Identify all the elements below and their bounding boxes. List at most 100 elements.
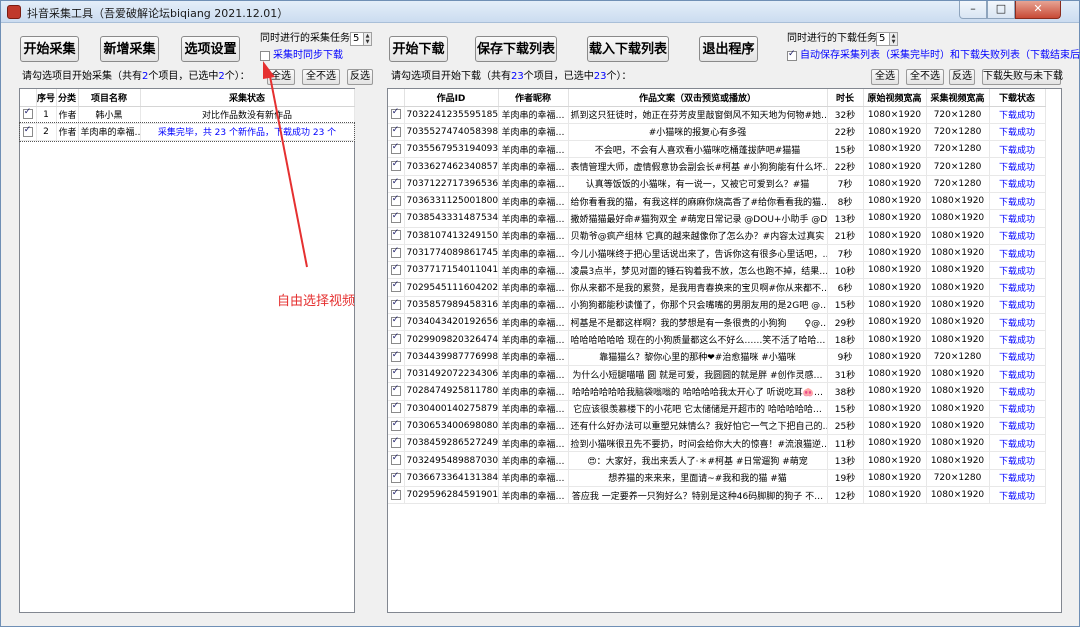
collect-list[interactable]: 序号 分类 项目名称 采集状态 1作者韩小黑对比作品数没有新作品2作者羊肉串的幸… (19, 88, 355, 613)
table-row[interactable]: 7037717154011041038羊肉串的幸福…凌晨3点半，梦见对面的锤石钩… (388, 261, 1046, 280)
cell-original-size: 1080×1920 (863, 278, 927, 297)
row-checkbox[interactable] (22, 107, 33, 120)
row-checkbox[interactable] (390, 384, 401, 397)
row-checkbox[interactable] (390, 246, 401, 258)
table-row[interactable]: 7028474925811780871羊肉串的幸福…哈哈哈哈哈哈我脑袋嗡嗡的 哈… (388, 382, 1046, 401)
cell-author: 羊肉串的幸福… (498, 330, 569, 349)
row-checkbox[interactable] (390, 298, 401, 310)
collect-deselect-all-button[interactable]: 全不选 (302, 69, 340, 85)
table-row[interactable]: 7032495489887030565羊肉串的幸福…😍：大家好，我出来丢人了·＊… (388, 451, 1046, 470)
table-row[interactable]: 2作者羊肉串的幸福…采集完毕，共 23 个新作品，下载成功 23 个 (19, 122, 355, 142)
col-header[interactable]: 序号 (36, 89, 57, 107)
row-checkbox[interactable] (390, 315, 401, 327)
table-row[interactable]: 7030400140275879199羊肉串的幸福…它应该很羡慕楼下的小花吧 它… (388, 400, 1046, 418)
cell-duration: 12秒 (827, 486, 864, 505)
collect-select-all-button[interactable]: 全选 (267, 69, 295, 85)
table-row[interactable]: 7037122717396536590羊肉串的幸福…认真等饭饭的小猫咪，有一说一… (388, 175, 1046, 193)
table-row[interactable]: 7035567953194093855羊肉串的幸福…不会吧，不会有人喜欢看小猫咪… (388, 140, 1046, 159)
sync-download-checkbox[interactable] (260, 51, 270, 61)
cell-original-size: 1080×1920 (863, 157, 927, 176)
row-checkbox[interactable] (390, 211, 401, 224)
cell-caption: 抓到这只狂徒时，她正在芬芳皮里敲窗倒风不知天地为何物#她… (568, 106, 828, 124)
cell-collected-size: 1080×1920 (926, 261, 990, 280)
add-collect-button[interactable]: 新增采集 (100, 36, 159, 62)
table-row[interactable]: 7038543331487534350羊肉串的幸福…撒娇猫猫最好命#猫狗双全 #… (388, 209, 1046, 228)
table-row[interactable]: 7031492072234306853羊肉串的幸福…为什么小短腿喵喵 圆 就是可… (388, 365, 1046, 384)
row-checkbox[interactable] (390, 125, 401, 137)
table-row[interactable]: 7034043420192656677羊肉串的幸福…柯基是不是都这样啊？我的梦想… (388, 313, 1046, 332)
load-download-list-button[interactable]: 载入下载列表 (587, 36, 669, 62)
row-checkbox[interactable] (390, 177, 401, 189)
row-checkbox[interactable] (390, 228, 401, 241)
row-checkbox[interactable] (390, 107, 401, 120)
col-header[interactable]: 作者昵称 (498, 89, 569, 107)
table-row[interactable]: 7029545111604202783羊肉串的幸福…你从来都不是我的累赘，是我用… (388, 278, 1046, 297)
row-checkbox[interactable] (390, 401, 401, 414)
row-checkbox-cell (388, 278, 405, 297)
col-header[interactable]: 作品文案（双击预览或播放） (568, 89, 828, 107)
cell-download-status: 下载成功 (989, 348, 1046, 366)
table-row[interactable]: 7031774089861745951羊肉串的幸福…今儿小猫咪终于把心里话说出来… (388, 244, 1046, 263)
collect-invert-button[interactable]: 反选 (347, 69, 373, 85)
options-button[interactable]: 选项设置 (181, 36, 240, 62)
row-checkbox[interactable] (390, 194, 401, 206)
cell-duration: 38秒 (827, 382, 864, 401)
row-checkbox[interactable] (390, 332, 401, 345)
minimize-button[interactable]: – (959, 1, 987, 19)
autosave-checkbox[interactable] (787, 49, 797, 61)
table-row[interactable]: 7030653400698080519羊肉串的幸福…还有什么好办法可以重塑兄妹情… (388, 417, 1046, 436)
row-checkbox[interactable] (390, 159, 401, 172)
row-checkbox[interactable] (390, 471, 401, 483)
table-row[interactable]: 7029596284591901959羊肉串的幸福…答应我 一定要养一只狗好么？… (388, 486, 1046, 505)
download-failed-unfinished-button[interactable]: 下载失败与未下载 (982, 69, 1063, 85)
col-header[interactable]: 采集状态 (140, 89, 355, 107)
table-row[interactable]: 7032241235595185422羊肉串的幸福…抓到这只狂徒时，她正在芬芳皮… (388, 106, 1046, 124)
col-header[interactable]: 时长 (827, 89, 864, 107)
col-header[interactable]: 项目名称 (78, 89, 141, 107)
table-row[interactable]: 7033627462340857101羊肉串的幸福…表情管理大师，虚情假意协会副… (388, 157, 1046, 176)
download-invert-button[interactable]: 反选 (949, 69, 975, 85)
row-checkbox[interactable] (390, 419, 401, 431)
collect-table: 序号 分类 项目名称 采集状态 1作者韩小黑对比作品数没有新作品2作者羊肉串的幸… (19, 89, 355, 142)
maximize-button[interactable]: □ (987, 1, 1015, 19)
col-header[interactable]: 分类 (56, 89, 79, 107)
row-checkbox[interactable] (390, 367, 401, 379)
cell-collected-size: 1080×1920 (926, 313, 990, 332)
row-checkbox[interactable] (390, 280, 401, 293)
table-row[interactable]: 7029909820326474084羊肉串的幸福…哈哈哈哈哈哈 现在的小狗质量… (388, 330, 1046, 349)
download-info: 请勾选项目开始下载（共有23个项目，已选中23个）： (391, 71, 632, 82)
row-checkbox[interactable] (22, 125, 33, 137)
start-collect-button[interactable]: 开始采集 (20, 36, 79, 62)
cell-work-id: 7032241235595185422 (404, 106, 499, 124)
col-header[interactable]: 作品ID (404, 89, 499, 107)
table-row[interactable]: 7035857989458316581羊肉串的幸福…小狗狗都能秒读懂了，你那个只… (388, 296, 1046, 315)
download-select-all-button[interactable]: 全选 (871, 69, 899, 85)
concurrent-collect-stepper[interactable]: ▲ ▼ (363, 32, 372, 46)
cell-work-id: 7036331125001800990 (404, 192, 499, 211)
start-download-button[interactable]: 开始下载 (389, 36, 448, 62)
table-row[interactable]: 7035527474058398990羊肉串的幸福…#小猫咪的报复心有多强22秒… (388, 123, 1046, 142)
col-header[interactable]: 采集视频宽高 (926, 89, 990, 107)
exit-button[interactable]: 退出程序 (699, 36, 758, 62)
col-header[interactable]: 原始视频宽高 (863, 89, 927, 107)
row-checkbox[interactable] (390, 142, 401, 154)
col-header[interactable]: 下载状态 (989, 89, 1046, 107)
download-list[interactable]: 作品ID 作者昵称 作品文案（双击预览或播放） 时长 原始视频宽高 采集视频宽高… (387, 88, 1062, 613)
table-row[interactable]: 1作者韩小黑对比作品数没有新作品 (20, 106, 355, 124)
save-download-list-button[interactable]: 保存下载列表 (475, 36, 557, 62)
table-row[interactable]: 7038459286527249671羊肉串的幸福…捡到小猫咪很丑先不要扔，时间… (388, 434, 1046, 453)
row-checkbox[interactable] (390, 263, 401, 276)
row-checkbox[interactable] (390, 453, 401, 466)
row-checkbox[interactable] (390, 350, 401, 362)
download-deselect-all-button[interactable]: 全不选 (906, 69, 944, 85)
table-row[interactable]: 7036331125001800990羊肉串的幸福…给你看看我的猫，有我这样的麻… (388, 192, 1046, 211)
row-checkbox[interactable] (390, 488, 401, 500)
concurrent-download-stepper[interactable]: ▲ ▼ (889, 32, 898, 46)
close-button[interactable]: ✕ (1015, 1, 1061, 19)
cell-duration: 29秒 (827, 313, 864, 332)
table-row[interactable]: 7038107413249150239羊肉串的幸福…贝勒爷@疯产组林 它真的越来… (388, 227, 1046, 245)
table-row[interactable]: 7036673364131384590羊肉串的幸福…想养猫的来来来，里面请~#我… (388, 469, 1046, 488)
table-row[interactable]: 7034439987776998686羊肉串的幸福…靠猫猫么？黎你心里的那种❤#… (388, 348, 1046, 366)
cell-original-size: 1080×1920 (863, 365, 927, 384)
row-checkbox[interactable] (390, 436, 401, 449)
